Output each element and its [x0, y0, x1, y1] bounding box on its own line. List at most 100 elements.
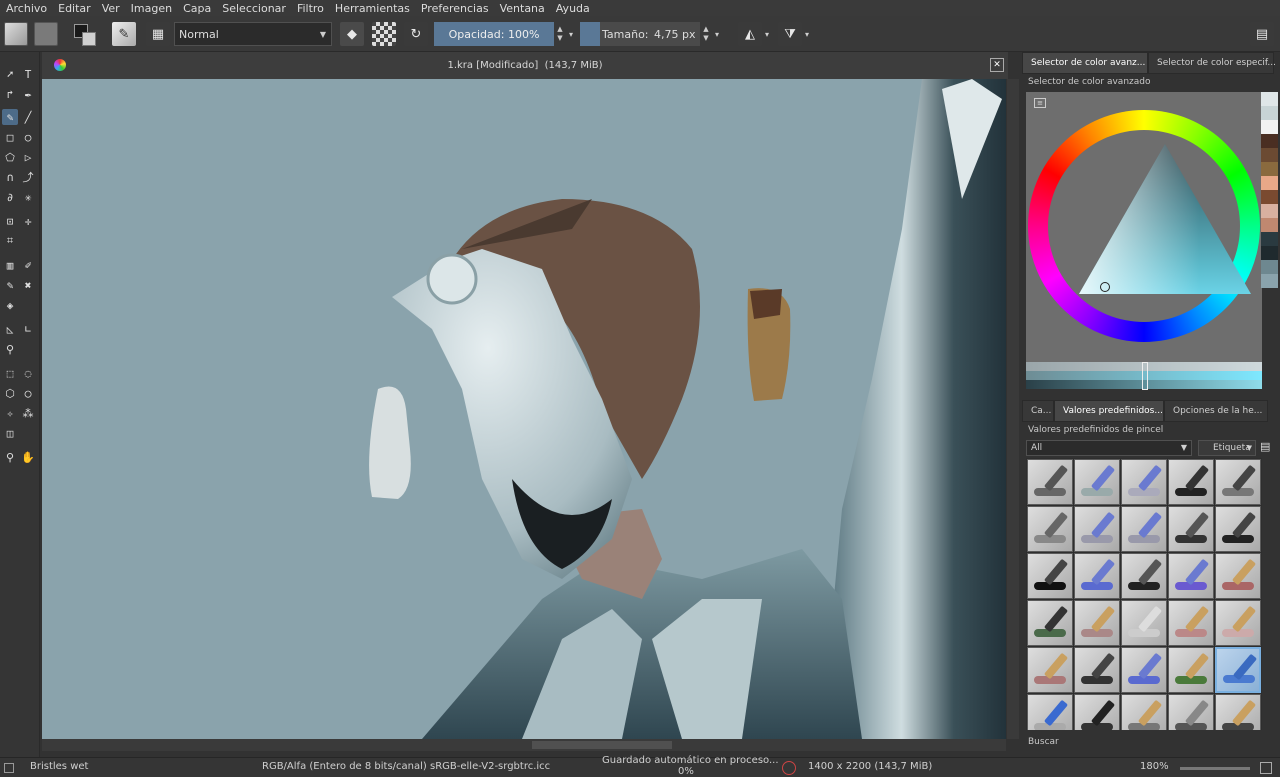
- scrollbar-thumb[interactable]: [532, 741, 672, 749]
- preset-filter-select[interactable]: All ▼: [1026, 440, 1192, 456]
- menu-filtro[interactable]: Filtro: [297, 2, 324, 15]
- size-menu-icon[interactable]: ▾: [713, 22, 721, 46]
- zoom-tool-icon[interactable]: ⚲: [2, 449, 18, 465]
- menu-ventana[interactable]: Ventana: [500, 2, 545, 15]
- contiguous-select-icon[interactable]: ✧: [2, 405, 18, 421]
- recent-colors-strip[interactable]: [1261, 92, 1278, 292]
- brush-preset-item[interactable]: [1168, 694, 1214, 730]
- brush-preset-item[interactable]: [1074, 553, 1120, 599]
- close-icon[interactable]: ✕: [990, 58, 1004, 72]
- blend-mode-select[interactable]: Normal ▼: [174, 22, 332, 46]
- menu-ver[interactable]: Ver: [102, 2, 120, 15]
- fill-tool-icon[interactable]: ◈: [2, 297, 18, 313]
- brush-preset-item[interactable]: [1074, 506, 1120, 552]
- brush-preset-item[interactable]: [1215, 506, 1261, 552]
- mirror-horizontal-icon[interactable]: ◭: [738, 22, 762, 46]
- freehand-path-icon[interactable]: ⤴: [20, 169, 36, 185]
- ellipse-select-icon[interactable]: ◌: [20, 365, 36, 381]
- hue-ring[interactable]: [1028, 110, 1260, 342]
- reload-preset-icon[interactable]: ↻: [404, 22, 428, 46]
- view-options-icon[interactable]: ▤: [1260, 440, 1276, 456]
- text-tool-icon[interactable]: T: [20, 66, 36, 82]
- menu-capa[interactable]: Capa: [183, 2, 211, 15]
- alpha-lock-icon[interactable]: [372, 22, 396, 46]
- brush-preset-item[interactable]: [1027, 553, 1073, 599]
- tab-specific-color-selector[interactable]: Selector de color especif...: [1148, 52, 1276, 74]
- brush-preset-item[interactable]: [1027, 506, 1073, 552]
- ellipse-tool-icon[interactable]: ○: [20, 129, 36, 145]
- brush-preset-item[interactable]: [1121, 459, 1167, 505]
- menu-seleccionar[interactable]: Seleccionar: [222, 2, 286, 15]
- pattern-swatch[interactable]: [34, 22, 58, 46]
- line-tool-icon[interactable]: ╱: [20, 109, 36, 125]
- fullscreen-icon[interactable]: [1260, 762, 1272, 774]
- color-picker-icon[interactable]: ✐: [20, 257, 36, 273]
- brush-preset-item[interactable]: [1027, 647, 1073, 693]
- tab-tool-options[interactable]: Opciones de la he...: [1164, 400, 1268, 422]
- fg-bg-color-icon[interactable]: [72, 22, 98, 46]
- menu-preferencias[interactable]: Preferencias: [421, 2, 489, 15]
- calligraphy-icon[interactable]: ✒: [20, 86, 36, 102]
- brush-preset-item[interactable]: [1027, 459, 1073, 505]
- gradient-swatch[interactable]: [4, 22, 28, 46]
- size-spinner[interactable]: ▲ ▼: [701, 22, 711, 46]
- eraser-icon[interactable]: ◆: [340, 22, 364, 46]
- document-tab[interactable]: 1.kra [Modificado] (143,7 MiB) ✕: [42, 52, 1008, 79]
- mirror-vertical-icon[interactable]: ⧩: [778, 22, 802, 46]
- brush-preset-icon[interactable]: ✎: [112, 22, 136, 46]
- tab-brush-presets[interactable]: Valores predefinidos...: [1054, 400, 1164, 422]
- measure-tool-icon[interactable]: ∟: [20, 321, 36, 337]
- multibrush-icon[interactable]: ✳: [20, 189, 36, 205]
- brush-preset-item[interactable]: [1215, 694, 1261, 730]
- brush-preset-item-selected[interactable]: [1215, 647, 1261, 693]
- select-shapes-icon[interactable]: ➚: [2, 66, 18, 82]
- canvas[interactable]: [42, 79, 1006, 739]
- brush-preset-item[interactable]: [1168, 506, 1214, 552]
- brush-preset-item[interactable]: [1168, 459, 1214, 505]
- record-icon[interactable]: [782, 761, 796, 775]
- tab-advanced-color-selector[interactable]: Selector de color avanz...: [1022, 52, 1148, 74]
- brush-preset-item[interactable]: [1121, 506, 1167, 552]
- size-slider[interactable]: Tamaño: 4,75 px: [580, 22, 700, 46]
- mirror-v-menu-icon[interactable]: ▾: [802, 22, 812, 46]
- menu-ayuda[interactable]: Ayuda: [556, 2, 590, 15]
- polyline-tool-icon[interactable]: ▷: [20, 149, 36, 165]
- brush-preset-item[interactable]: [1215, 600, 1261, 646]
- brush-preset-item[interactable]: [1168, 647, 1214, 693]
- opacity-spinner[interactable]: ▲ ▼: [555, 22, 565, 46]
- tab-ca[interactable]: Ca...: [1022, 400, 1054, 422]
- assistant-tool-icon[interactable]: ◺: [2, 321, 18, 337]
- colorize-mask-icon[interactable]: ✎: [2, 277, 18, 293]
- preset-search-input[interactable]: Buscar: [1028, 737, 1059, 747]
- freehand-select-icon[interactable]: ◯: [20, 385, 36, 401]
- brush-preset-item[interactable]: [1121, 647, 1167, 693]
- brush-preset-item[interactable]: [1027, 694, 1073, 730]
- menu-imagen[interactable]: Imagen: [131, 2, 172, 15]
- mirror-h-menu-icon[interactable]: ▾: [762, 22, 772, 46]
- brush-preset-item[interactable]: [1074, 647, 1120, 693]
- move-tool-icon[interactable]: ✛: [20, 213, 36, 229]
- bezier-select-icon[interactable]: ◫: [2, 425, 18, 441]
- polygon-tool-icon[interactable]: ⬠: [2, 149, 18, 165]
- rect-select-icon[interactable]: ⬚: [2, 365, 18, 381]
- reference-tool-icon[interactable]: ⚲: [2, 341, 18, 357]
- settings-icon[interactable]: ≡: [1034, 98, 1046, 108]
- dynamic-brush-icon[interactable]: ∂: [2, 189, 18, 205]
- brush-preset-item[interactable]: [1168, 600, 1214, 646]
- polygon-select-icon[interactable]: ⬡: [2, 385, 18, 401]
- horizontal-scrollbar[interactable]: [42, 739, 1006, 751]
- freehand-brush-icon[interactable]: ✎: [2, 109, 18, 125]
- opacity-menu-icon[interactable]: ▾: [567, 22, 575, 46]
- color-sliders[interactable]: [1026, 362, 1262, 390]
- brush-preset-item[interactable]: [1168, 553, 1214, 599]
- color-cursor-icon[interactable]: [1100, 282, 1110, 292]
- menu-herramientas[interactable]: Herramientas: [335, 2, 410, 15]
- color-selector-area[interactable]: ≡: [1026, 92, 1262, 364]
- vertical-scrollbar[interactable]: [1007, 79, 1019, 739]
- brush-preset-item[interactable]: [1027, 600, 1073, 646]
- transform-tool-icon[interactable]: ⊡: [2, 213, 18, 229]
- rectangle-tool-icon[interactable]: □: [2, 129, 18, 145]
- zoom-slider[interactable]: [1180, 767, 1250, 770]
- brush-preset-item[interactable]: [1121, 553, 1167, 599]
- similar-select-icon[interactable]: ⁂: [20, 405, 36, 421]
